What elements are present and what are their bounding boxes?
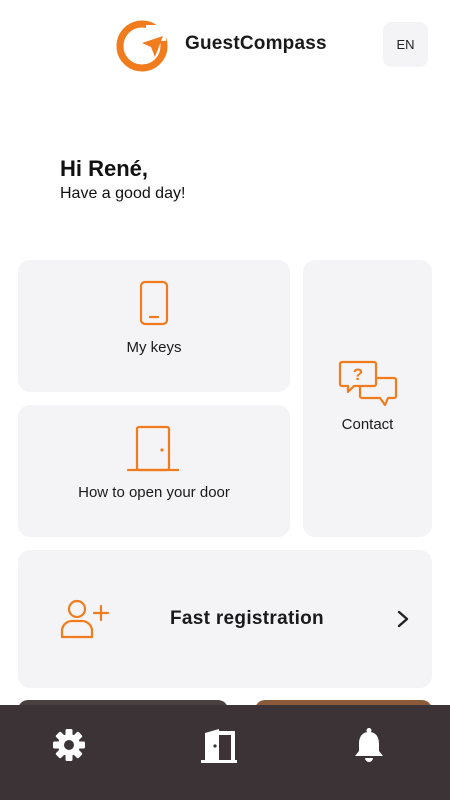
gear-icon <box>53 729 85 761</box>
nav-notifications-button[interactable] <box>347 723 391 767</box>
open-door-card[interactable]: How to open your door <box>18 405 290 537</box>
my-keys-label: My keys <box>126 339 182 356</box>
nav-settings-button[interactable] <box>47 723 91 767</box>
svg-text:?: ? <box>353 365 363 384</box>
bell-icon <box>355 728 383 762</box>
fast-registration-card[interactable]: Fast registration <box>18 550 432 688</box>
compass-logo-icon <box>116 20 168 72</box>
chat-question-icon: ? <box>338 360 398 407</box>
contact-card[interactable]: ? Contact <box>303 260 432 537</box>
add-person-icon <box>60 599 110 639</box>
greeting-title: Hi René, <box>60 156 149 181</box>
open-door-label: How to open your door <box>78 484 230 501</box>
brand-name: GuestCompass <box>185 33 327 54</box>
chevron-right-icon <box>397 610 409 628</box>
contact-label: Contact <box>341 416 394 433</box>
door-open-icon <box>201 729 237 763</box>
bottom-navigation <box>0 705 450 800</box>
phone-icon <box>139 280 169 326</box>
nav-door-button[interactable] <box>197 723 241 767</box>
my-keys-card[interactable]: My keys <box>18 260 290 392</box>
language-button[interactable]: EN <box>383 22 428 67</box>
door-icon <box>126 425 180 472</box>
greeting-subtitle: Have a good day! <box>60 185 186 202</box>
app-header: GuestCompass EN <box>0 0 450 90</box>
fast-registration-label: Fast registration <box>170 608 324 629</box>
